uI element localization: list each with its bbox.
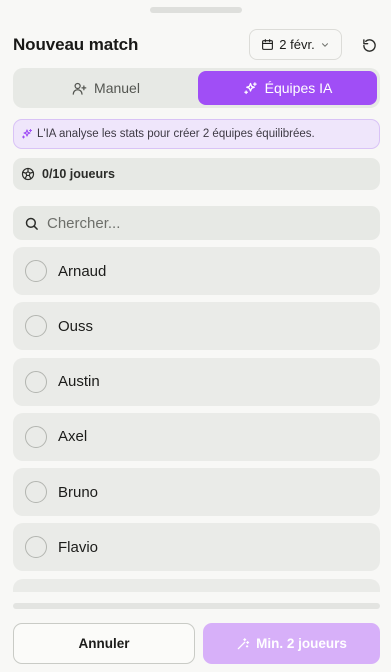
player-name: Austin (58, 373, 100, 391)
tab-ai-label: Équipes IA (264, 80, 333, 96)
magic-wand-icon (237, 637, 250, 649)
chevron-down-icon (321, 42, 328, 47)
player-count-bar: 0/10 joueurs (13, 158, 380, 190)
list-item[interactable]: Ouss (13, 302, 380, 351)
player-radio[interactable] (25, 260, 47, 282)
create-label: Min. 2 joueurs (256, 636, 347, 651)
date-picker-button[interactable]: 2 févr. (249, 29, 342, 60)
player-radio[interactable] (25, 536, 47, 559)
player-radio[interactable] (25, 481, 47, 504)
drag-handle[interactable] (150, 7, 242, 13)
player-count-label: 0/10 joueurs (42, 167, 115, 181)
tab-ai-teams[interactable]: Équipes IA (198, 71, 377, 105)
list-item[interactable]: Axel (13, 412, 380, 461)
search-bar (13, 206, 380, 240)
player-list: Arnaud Ouss Austin Axel Bruno Flavio (13, 247, 380, 592)
list-item[interactable]: Bruno (13, 468, 380, 517)
footer-actions: Annuler Min. 2 joueurs (13, 623, 380, 664)
list-item[interactable]: Austin (13, 357, 380, 406)
player-name: Flavio (58, 538, 99, 556)
cancel-button[interactable]: Annuler (13, 623, 195, 664)
tab-manual-label: Manuel (94, 80, 140, 96)
ai-info-banner: L'IA analyse les stats pour créer 2 équi… (13, 119, 380, 149)
tab-manual[interactable]: Manuel (16, 71, 196, 105)
player-name: Axel (58, 428, 88, 446)
scroll-divider (13, 603, 380, 609)
player-name: Bruno (58, 483, 99, 501)
cancel-label: Annuler (78, 636, 130, 651)
player-name: Ouss (58, 317, 94, 335)
player-radio[interactable] (25, 315, 47, 338)
list-item[interactable]: Arnaud (13, 247, 380, 295)
rotate-ccw-icon (362, 38, 376, 52)
ai-info-text: L'IA analyse les stats pour créer 2 équi… (37, 128, 315, 140)
sparkles-icon (243, 81, 257, 94)
player-radio[interactable] (25, 370, 47, 393)
player-radio[interactable] (25, 425, 47, 448)
calendar-icon (262, 39, 274, 50)
header: Nouveau match 2 févr. (13, 28, 380, 62)
mode-switch: Manuel Équipes IA (13, 68, 380, 108)
football-icon (21, 167, 35, 181)
list-item[interactable]: Flavio (13, 523, 380, 572)
user-plus-icon (72, 82, 87, 95)
create-teams-button[interactable]: Min. 2 joueurs (203, 623, 380, 664)
page-title: Nouveau match (13, 35, 139, 54)
list-item[interactable] (13, 578, 380, 592)
search-icon (25, 217, 38, 230)
sparkles-icon (21, 128, 33, 139)
player-name: Arnaud (58, 262, 107, 280)
reset-button[interactable] (358, 34, 380, 56)
search-input[interactable] (47, 214, 347, 232)
date-label: 2 févr. (279, 37, 315, 52)
